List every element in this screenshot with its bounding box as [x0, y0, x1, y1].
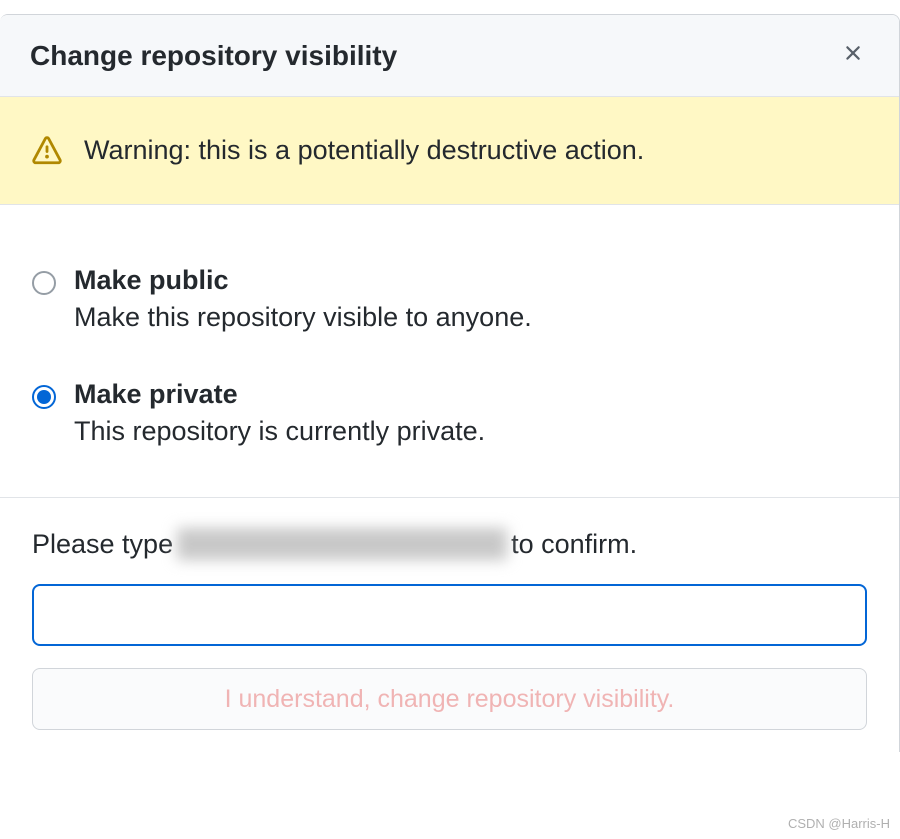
option-private-desc: This repository is currently private.	[74, 416, 485, 447]
option-private-label: Make private	[74, 379, 485, 410]
warning-icon	[32, 136, 62, 166]
option-public-desc: Make this repository visible to anyone.	[74, 302, 532, 333]
radio-public[interactable]	[32, 271, 56, 295]
confirm-repo-name-redacted	[177, 528, 507, 560]
visibility-modal: Change repository visibility Warning: th…	[0, 14, 900, 752]
option-private[interactable]: Make private This repository is currentl…	[32, 379, 867, 447]
option-public-label: Make public	[74, 265, 532, 296]
option-public[interactable]: Make public Make this repository visible…	[32, 265, 867, 333]
confirm-input[interactable]	[32, 584, 867, 646]
modal-title: Change repository visibility	[30, 40, 397, 72]
confirm-section: Please type to confirm. I understand, ch…	[0, 497, 899, 752]
radio-private[interactable]	[32, 385, 56, 409]
watermark: CSDN @Harris-H	[788, 816, 890, 831]
close-icon	[841, 41, 865, 65]
warning-banner: Warning: this is a potentially destructi…	[0, 97, 899, 205]
confirm-button[interactable]: I understand, change repository visibili…	[32, 668, 867, 730]
confirm-suffix: to confirm.	[511, 529, 637, 560]
warning-text: Warning: this is a potentially destructi…	[84, 135, 644, 166]
confirm-prefix: Please type	[32, 529, 173, 560]
modal-header: Change repository visibility	[0, 15, 899, 97]
confirm-prompt: Please type to confirm.	[32, 528, 867, 560]
visibility-options: Make public Make this repository visible…	[0, 205, 899, 497]
close-button[interactable]	[837, 37, 869, 74]
